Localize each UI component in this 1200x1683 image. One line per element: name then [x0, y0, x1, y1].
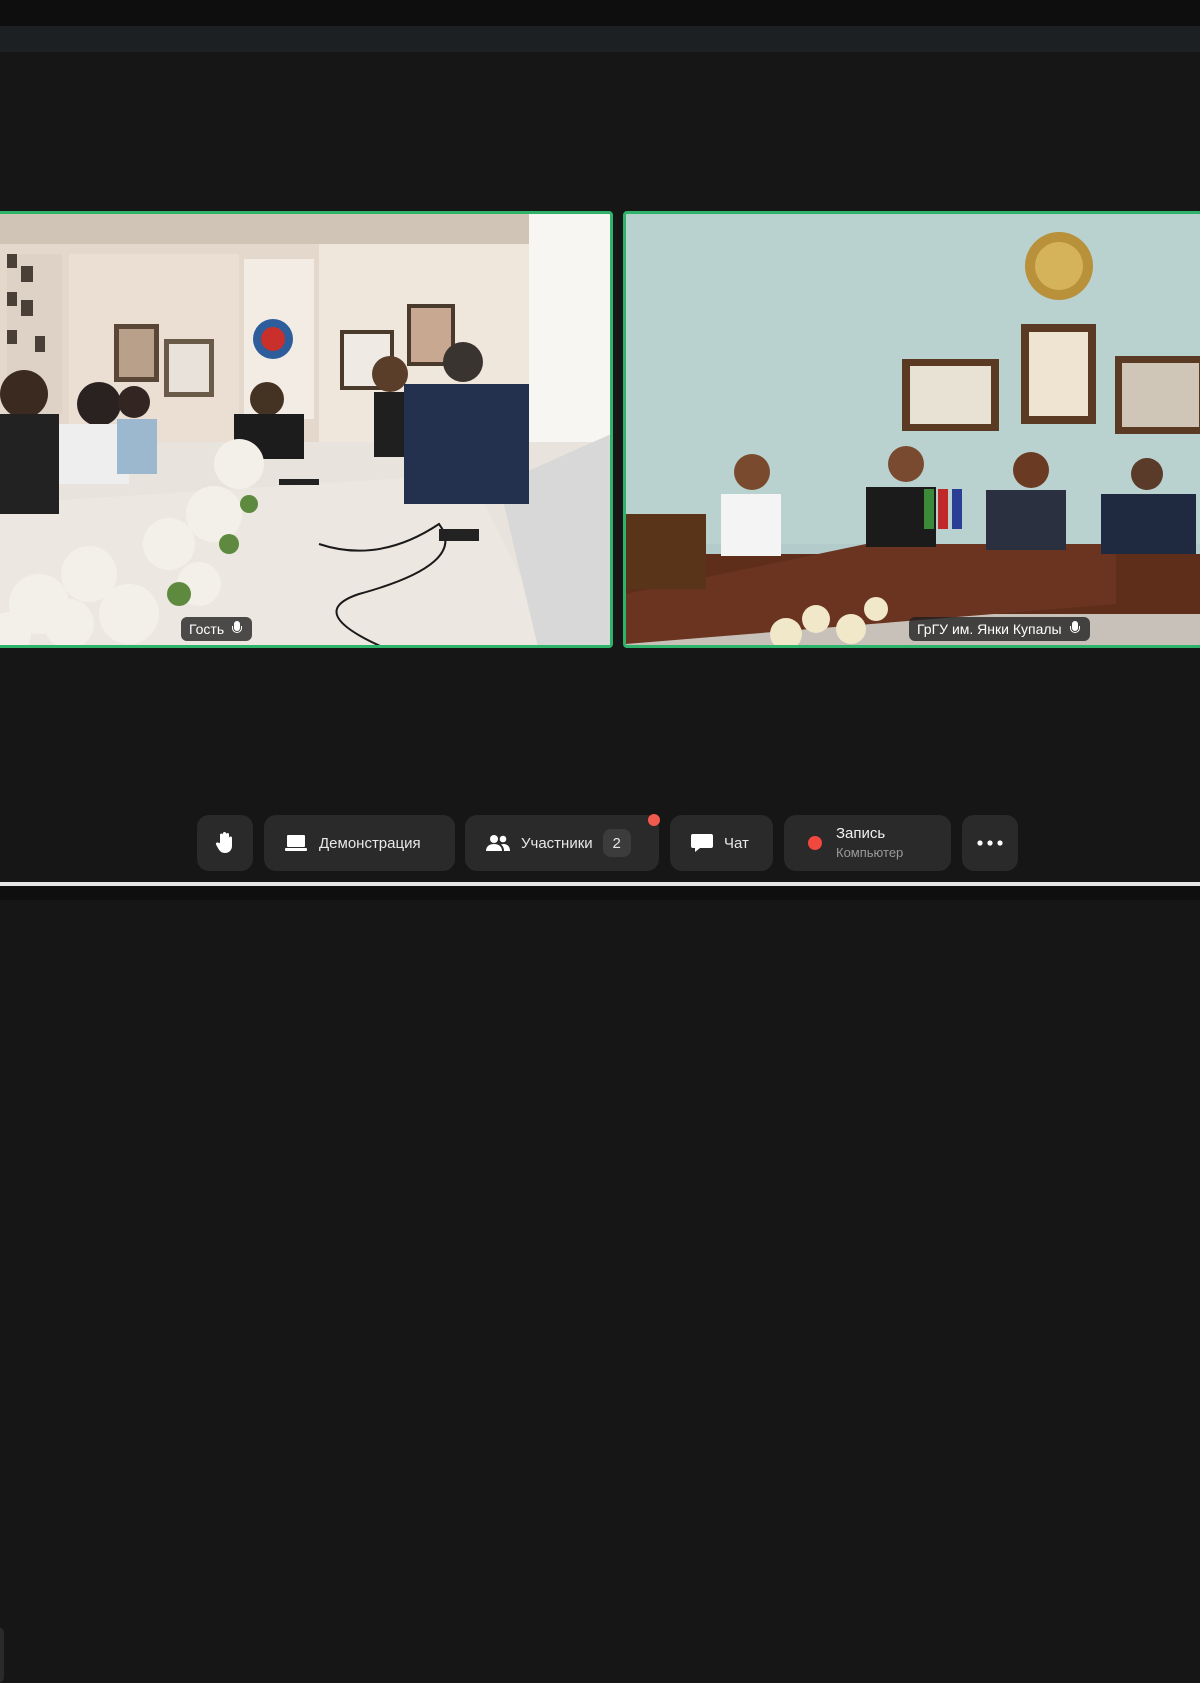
record-source-label: Компьютер — [836, 845, 904, 860]
screen-share-label: Демонстрация — [319, 834, 421, 852]
hand-icon — [215, 832, 232, 853]
screen-share-button[interactable]: Демонстрация — [264, 815, 455, 871]
laptop-icon — [285, 835, 307, 851]
call-toolbar: Демонстрация Участники 2 Чат Запись Комп… — [0, 812, 1200, 1683]
mic-icon — [230, 621, 244, 637]
participant-name-badge: Гость — [181, 617, 253, 641]
video-tile-guest[interactable]: Гость — [0, 211, 613, 648]
video-tile-university[interactable]: ГрГУ им. Янки Купалы — [623, 211, 1200, 648]
participant-name: ГрГУ им. Янки Купалы — [917, 621, 1062, 637]
participant-name-badge: ГрГУ им. Янки Купалы — [909, 617, 1090, 641]
participant-name: Гость — [189, 621, 225, 637]
users-icon — [486, 835, 510, 851]
chat-button[interactable]: Чат — [670, 815, 773, 871]
toolbar-edge-button[interactable] — [0, 1627, 4, 1683]
window-top-bar — [0, 0, 1200, 26]
more-button[interactable] — [962, 815, 1018, 871]
university-video-feed — [626, 214, 1200, 645]
notification-dot — [648, 814, 660, 826]
chat-label: Чат — [724, 834, 749, 852]
more-icon — [977, 840, 1003, 846]
record-button[interactable]: Запись Компьютер — [784, 815, 951, 871]
participants-label: Участники — [521, 834, 593, 852]
chat-icon — [691, 834, 713, 852]
participants-count-badge: 2 — [602, 829, 631, 857]
record-label: Запись — [836, 825, 886, 842]
bottom-bar — [0, 886, 1200, 900]
guest-video-feed — [0, 214, 610, 645]
raise-hand-button[interactable] — [197, 815, 253, 871]
record-dot-icon — [808, 836, 822, 850]
mic-icon — [1068, 621, 1082, 637]
window-header-band — [0, 26, 1200, 52]
participants-button[interactable]: Участники 2 — [465, 814, 660, 871]
